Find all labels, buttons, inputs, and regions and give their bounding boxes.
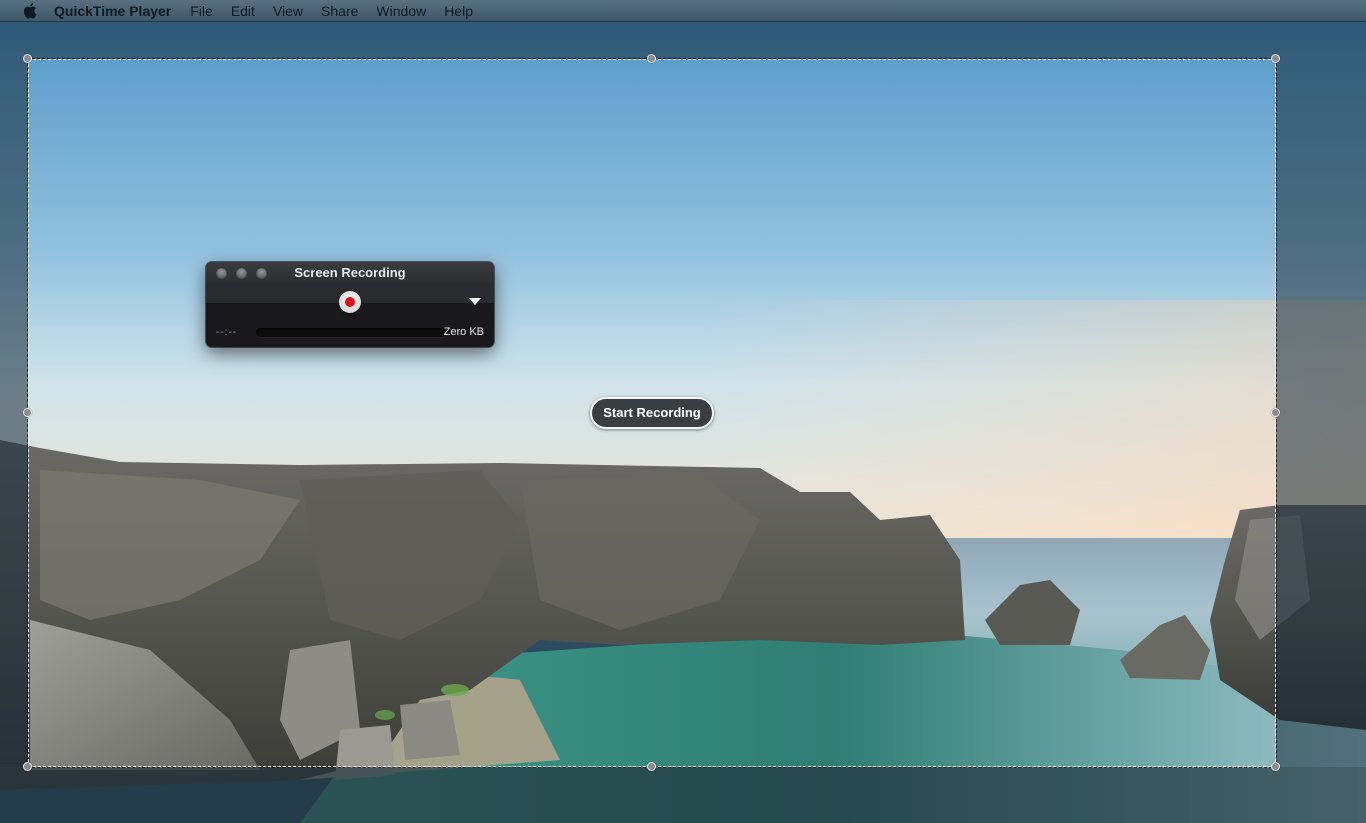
apple-logo-icon[interactable] <box>18 2 40 19</box>
menu-share[interactable]: Share <box>312 0 367 22</box>
window-title: Screen Recording <box>294 265 406 280</box>
resize-handle-bottom[interactable] <box>647 762 656 771</box>
resize-handle-top-left[interactable] <box>23 54 32 63</box>
record-button[interactable] <box>339 291 361 313</box>
resize-handle-bottom-right[interactable] <box>1271 762 1280 771</box>
resize-handle-right[interactable] <box>1271 408 1280 417</box>
record-icon <box>345 297 355 307</box>
menu-edit[interactable]: Edit <box>222 0 264 22</box>
menu-help[interactable]: Help <box>435 0 482 22</box>
dim-overlay-top <box>0 22 1366 59</box>
menu-view[interactable]: View <box>264 0 312 22</box>
options-triangle-icon[interactable] <box>469 298 481 305</box>
file-size: Zero KB <box>443 326 484 338</box>
dim-overlay-bottom <box>0 768 1366 823</box>
resize-handle-bottom-left[interactable] <box>23 762 32 771</box>
menu-window[interactable]: Window <box>367 0 435 22</box>
resize-handle-top-right[interactable] <box>1271 54 1280 63</box>
resize-handle-left[interactable] <box>23 408 32 417</box>
elapsed-time: --:-- <box>216 327 238 338</box>
menu-app-name[interactable]: QuickTime Player <box>54 0 181 22</box>
screen-recording-window: Screen Recording --:-- Zero KB <box>206 262 494 347</box>
menu-file[interactable]: File <box>181 0 222 22</box>
recording-progress-bar <box>256 328 446 337</box>
dim-overlay-right <box>1276 59 1366 768</box>
resize-handle-top[interactable] <box>647 54 656 63</box>
menu-bar: QuickTime Player File Edit View Share Wi… <box>0 0 1366 22</box>
start-recording-button[interactable]: Start Recording <box>590 397 714 429</box>
